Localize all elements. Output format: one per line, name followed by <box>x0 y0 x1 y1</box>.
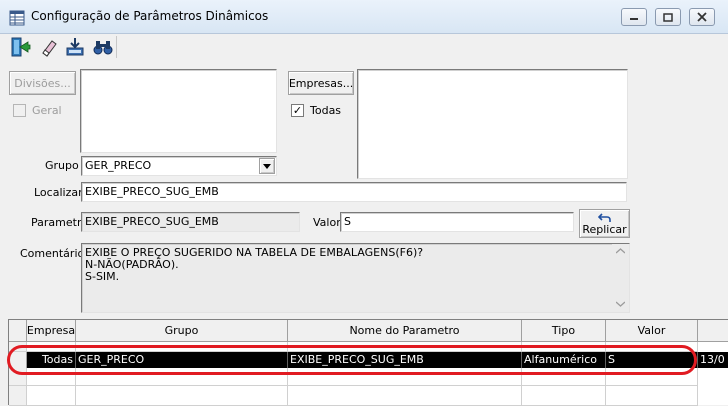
grid-empty-cell <box>76 386 288 406</box>
grid-header-valor[interactable]: Valor <box>606 320 698 342</box>
grid-empty-cell <box>27 386 76 406</box>
find-icon <box>93 41 113 55</box>
save-icon <box>66 38 84 56</box>
grid-header-nome[interactable]: Nome do Parametro <box>288 320 522 342</box>
minimize-icon <box>630 18 638 20</box>
window-icon <box>9 10 25 26</box>
comentarios-textarea[interactable]: EXIBE O PREÇO SUGERIDO NA TABELA DE EMBA… <box>81 243 630 313</box>
eraser-icon <box>42 40 57 57</box>
grid-header-grupo[interactable]: Grupo <box>76 320 288 342</box>
parametro-label: Parametro <box>31 216 88 229</box>
check-mark-icon: ✓ <box>292 104 303 117</box>
maximize-button[interactable] <box>655 8 681 26</box>
todas-label: Todas <box>310 104 342 117</box>
divisoes-list[interactable] <box>80 69 277 153</box>
scroll-up-icon[interactable] <box>616 248 625 254</box>
geral-label: Geral <box>32 104 62 117</box>
grid-header-tipo[interactable]: Tipo <box>522 320 606 342</box>
localizar-input-value: EXIBE_PRECO_SUG_EMB <box>85 185 219 198</box>
divisoes-button[interactable]: Divisões... <box>9 71 76 95</box>
comentarios-line: N-NÃO(PADRÃO). <box>85 258 179 271</box>
localizar-input[interactable]: EXIBE_PRECO_SUG_EMB <box>81 182 627 202</box>
clear-button[interactable] <box>36 34 62 60</box>
comentarios-label: Comentários <box>20 247 90 260</box>
grid-empty-cell <box>522 386 606 406</box>
grupo-dropdown-button[interactable] <box>259 158 275 174</box>
grid-empty-cell <box>288 386 522 406</box>
valor-label: Valor <box>313 216 341 229</box>
cell-extra[interactable]: 13/0 <box>698 352 728 368</box>
scroll-down-icon[interactable] <box>616 301 625 307</box>
maximize-icon <box>663 12 673 22</box>
grupo-select-value: GER_PRECO <box>85 159 152 172</box>
close-button[interactable] <box>689 8 715 26</box>
grid-header-empresa[interactable]: Empresa <box>27 320 76 342</box>
todas-checkbox[interactable]: ✓ <box>291 104 304 117</box>
window-title: Configuração de Parâmetros Dinâmicos <box>31 9 269 23</box>
undo-arrow-icon <box>597 212 611 222</box>
find-button[interactable] <box>90 34 116 60</box>
grid-empty-cell <box>606 386 698 406</box>
localizar-label: Localizar <box>34 186 83 199</box>
parametro-field: EXIBE_PRECO_SUG_EMB <box>81 212 300 232</box>
replicar-button[interactable]: Replicar <box>579 209 630 238</box>
save-button[interactable] <box>62 34 88 60</box>
empresas-list[interactable] <box>357 69 628 179</box>
grupo-select[interactable]: GER_PRECO <box>81 156 277 176</box>
replicar-label: Replicar <box>582 222 627 236</box>
geral-checkbox[interactable] <box>13 104 26 117</box>
valor-input-value: S <box>344 215 351 228</box>
parametro-field-value: EXIBE_PRECO_SUG_EMB <box>85 215 219 228</box>
row-indicator <box>9 386 27 406</box>
grid-row-indicator-header <box>9 320 27 342</box>
comentarios-text: EXIBE O PREÇO SUGERIDO NA TABELA DE EMBA… <box>85 247 423 283</box>
exit-button[interactable] <box>7 34 33 60</box>
highlight-ring <box>7 345 697 375</box>
exit-icon <box>11 37 31 57</box>
minimize-button[interactable] <box>621 8 647 26</box>
valor-input[interactable]: S <box>340 212 574 232</box>
toolbar-separator <box>116 36 117 58</box>
title-bar: Configuração de Parâmetros Dinâmicos <box>0 0 728 34</box>
grid-header-extra <box>698 320 728 342</box>
close-icon <box>697 12 707 22</box>
chevron-down-icon <box>263 163 271 169</box>
vertical-scrollbar[interactable] <box>612 244 629 312</box>
empresas-button[interactable]: Empresas... <box>288 71 354 95</box>
grupo-label: Grupo <box>45 159 79 172</box>
comentarios-line: S-SIM. <box>85 270 120 283</box>
